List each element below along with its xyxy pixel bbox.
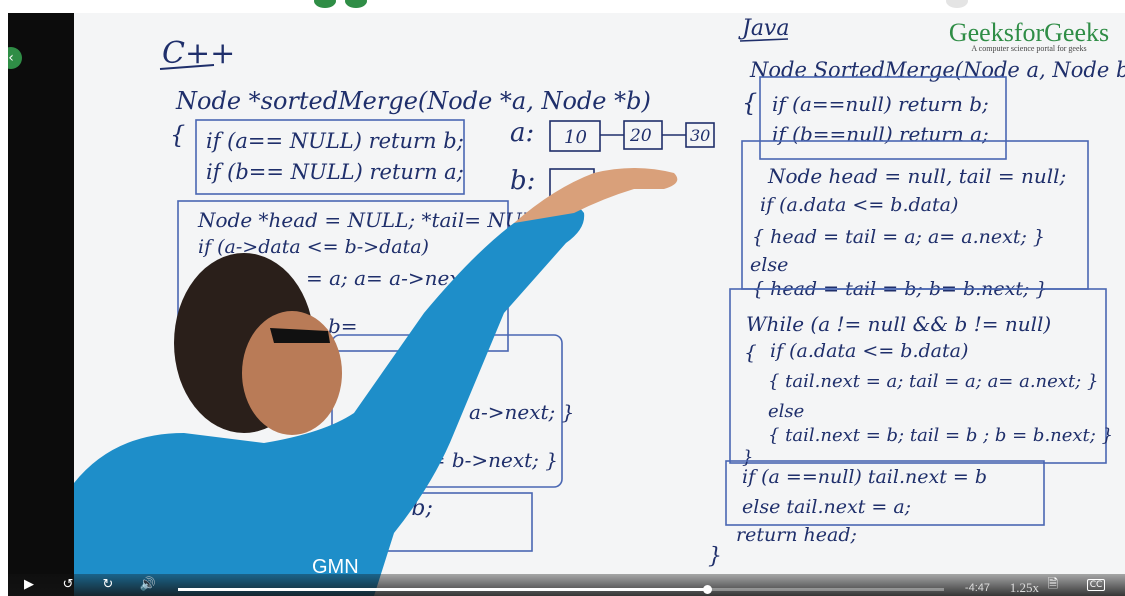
progress-bar[interactable]	[178, 585, 944, 594]
play-icon: ▶	[24, 577, 34, 592]
replay-10-icon: ↺	[62, 577, 74, 592]
cpp-null-check-b: if (b== NULL) return a;	[206, 160, 464, 184]
time-remaining: -4:47	[964, 582, 990, 594]
document-icon: 🗎	[1047, 577, 1059, 592]
list-node-value: 20	[629, 126, 652, 146]
cpp-null-check-a: if (a== NULL) return b;	[206, 129, 464, 153]
cc-icon: CC	[1086, 579, 1106, 591]
list-node-value: 30	[690, 126, 710, 145]
java-cond-line: if (a.data <= b.data)	[760, 194, 958, 216]
java-tail-if: if (a ==null) tail.next = b	[742, 466, 987, 488]
diagram-label-a: a:	[510, 118, 534, 148]
cpp-assign-line: = a; a= a->next	[306, 266, 470, 290]
playback-speed-button[interactable]: 1.25x	[1010, 580, 1039, 596]
volume-button[interactable]: 🔊	[138, 576, 158, 594]
java-while-line: While (a != null && b != null)	[746, 312, 1051, 336]
gfg-logo: GeeksforGeeks A computer science portal …	[934, 18, 1124, 54]
java-null-check-b: if (b==null) return a;	[772, 122, 989, 146]
grey-dot-icon	[946, 0, 968, 8]
java-heading: Java	[738, 16, 789, 41]
java-inner-close: }	[742, 447, 753, 468]
java-inner-else: { tail.next = b; tail = b ; b = b.next; …	[768, 425, 1113, 446]
java-null-check-box	[759, 76, 1007, 160]
java-inner-cond: if (a.data <= b.data)	[770, 340, 968, 362]
java-inner-open: {	[744, 340, 757, 364]
captions-button[interactable]: CC	[1086, 576, 1106, 594]
forward-10-icon: ↻	[102, 577, 114, 592]
java-return-line: return head;	[736, 524, 857, 546]
java-init-line: Node head = null, tail = null;	[767, 164, 1066, 188]
chevron-left-icon: ‹	[8, 50, 14, 66]
volume-icon: 🔊	[139, 577, 157, 592]
progress-fill	[178, 588, 707, 591]
brand-name: GeeksforGeeks	[948, 18, 1110, 47]
control-bar: ▶ ↺ ↻ 🔊 -4:47 1.25x 🗎 CC	[8, 574, 1125, 596]
green-dot-icon	[345, 0, 367, 8]
diagram-label-b: b:	[510, 166, 535, 196]
java-open-brace: {	[742, 89, 757, 117]
video-player[interactable]: ‹ C++ Node *sortedMerge(Node *a, Node *b…	[8, 13, 1125, 596]
java-signature: Node SortedMerge(Node a, Node b)	[749, 58, 1125, 82]
forward-10-button[interactable]: ↻	[98, 576, 118, 594]
progress-handle[interactable]	[702, 585, 712, 594]
green-dot-icon	[314, 0, 336, 8]
java-inner-then: { tail.next = a; tail = a; a= a.next; }	[768, 371, 1098, 392]
video-frame[interactable]: C++ Node *sortedMerge(Node *a, Node *b) …	[74, 13, 1125, 596]
cpp-init-line: Node *head = NULL; *tail= NULL;	[197, 208, 555, 232]
transcript-button[interactable]: 🗎	[1044, 576, 1062, 594]
whiteboard: C++ Node *sortedMerge(Node *a, Node *b) …	[74, 16, 1125, 596]
java-else-word: else	[750, 254, 788, 276]
rewind-10-button[interactable]: ↺	[58, 576, 78, 594]
cpp-open-brace: {	[170, 121, 185, 149]
presenter: GMN	[74, 168, 678, 596]
java-close-brace: }	[708, 544, 722, 569]
java-then-line: { head = tail = a; a= a.next; }	[752, 226, 1045, 248]
java-null-check-a: if (a==null) return b;	[772, 92, 989, 116]
java-tail-else: else tail.next = a;	[742, 496, 911, 518]
play-button[interactable]: ▶	[20, 576, 38, 594]
cpp-signature: Node *sortedMerge(Node *a, Node *b)	[175, 87, 651, 115]
top-strip	[0, 0, 1125, 13]
java-inner-else-word: else	[768, 401, 804, 422]
back-button[interactable]: ‹	[8, 47, 22, 69]
list-node-value: 10	[564, 127, 587, 148]
